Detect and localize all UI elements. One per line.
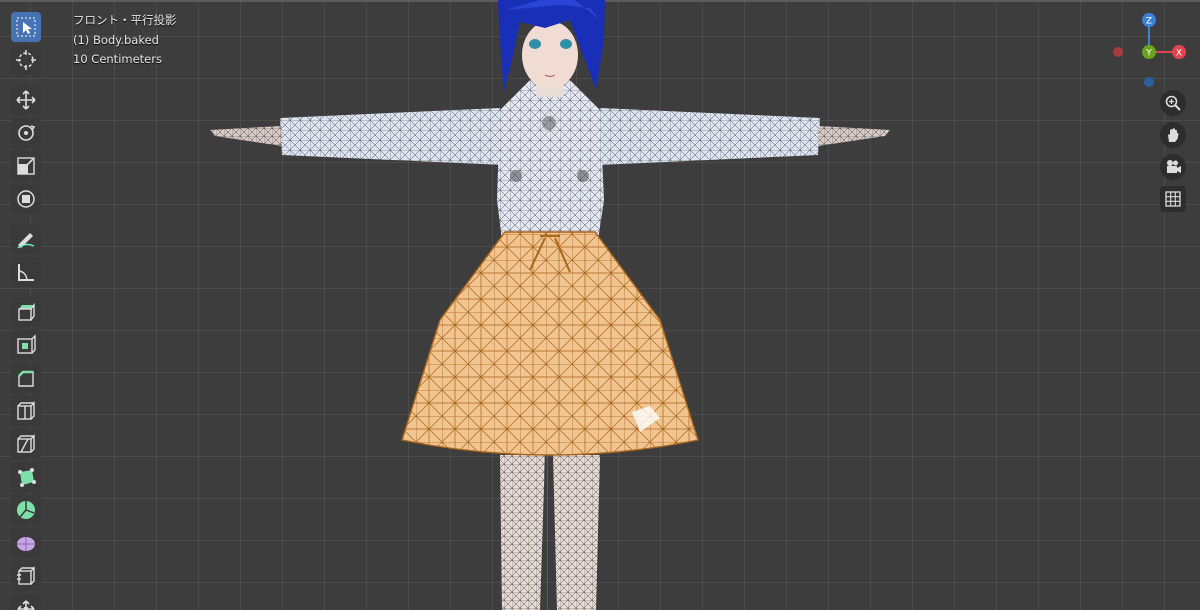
inset-faces-icon[interactable] [11, 330, 41, 360]
select-box-icon[interactable] [11, 12, 41, 42]
neg-x-axis-handle[interactable] [1113, 47, 1123, 57]
edge-slide-icon[interactable] [11, 561, 41, 591]
poly-build-icon[interactable] [11, 462, 41, 492]
character-model[interactable] [0, 0, 1200, 610]
shrink-fatten-icon[interactable] [11, 594, 41, 610]
tool-shelf [8, 12, 46, 610]
loop-cut-icon[interactable] [11, 396, 41, 426]
knife-icon[interactable] [11, 429, 41, 459]
navigation-gizmo[interactable]: Z X Y [1105, 8, 1193, 96]
annotate-icon[interactable] [11, 224, 41, 254]
head [498, 0, 605, 97]
pan-hand-icon[interactable] [1160, 122, 1186, 148]
navigation-buttons [1160, 90, 1186, 218]
skirt [401, 231, 699, 456]
scale-text: 10 Centimeters [73, 52, 162, 66]
y-axis-label: Y [1145, 49, 1152, 59]
neg-z-axis-handle[interactable] [1144, 77, 1154, 87]
spin-icon[interactable] [11, 495, 41, 525]
viewport-info: フロント・平行投影 (1) Body.baked 10 Centimeters [73, 11, 177, 70]
move-icon[interactable] [11, 85, 41, 115]
measure-icon[interactable] [11, 257, 41, 287]
smooth-icon[interactable] [11, 528, 41, 558]
view-name: フロント・平行投影 [73, 13, 177, 27]
extrude-region-icon[interactable] [11, 297, 41, 327]
scale-icon[interactable] [11, 151, 41, 181]
zoom-icon[interactable] [1160, 90, 1186, 116]
grid-icon[interactable] [1160, 186, 1186, 212]
rotate-icon[interactable] [11, 118, 41, 148]
transform-icon[interactable] [11, 184, 41, 214]
legs [500, 455, 600, 610]
z-axis-label: Z [1146, 17, 1152, 27]
object-name: (1) Body.baked [73, 32, 159, 47]
torso [497, 80, 604, 240]
3d-viewport[interactable]: フロント・平行投影 (1) Body.baked 10 Centimeters [0, 0, 1200, 610]
x-axis-label: X [1176, 49, 1182, 59]
camera-icon[interactable] [1160, 154, 1186, 180]
bevel-icon[interactable] [11, 363, 41, 393]
cursor-icon[interactable] [11, 45, 41, 75]
